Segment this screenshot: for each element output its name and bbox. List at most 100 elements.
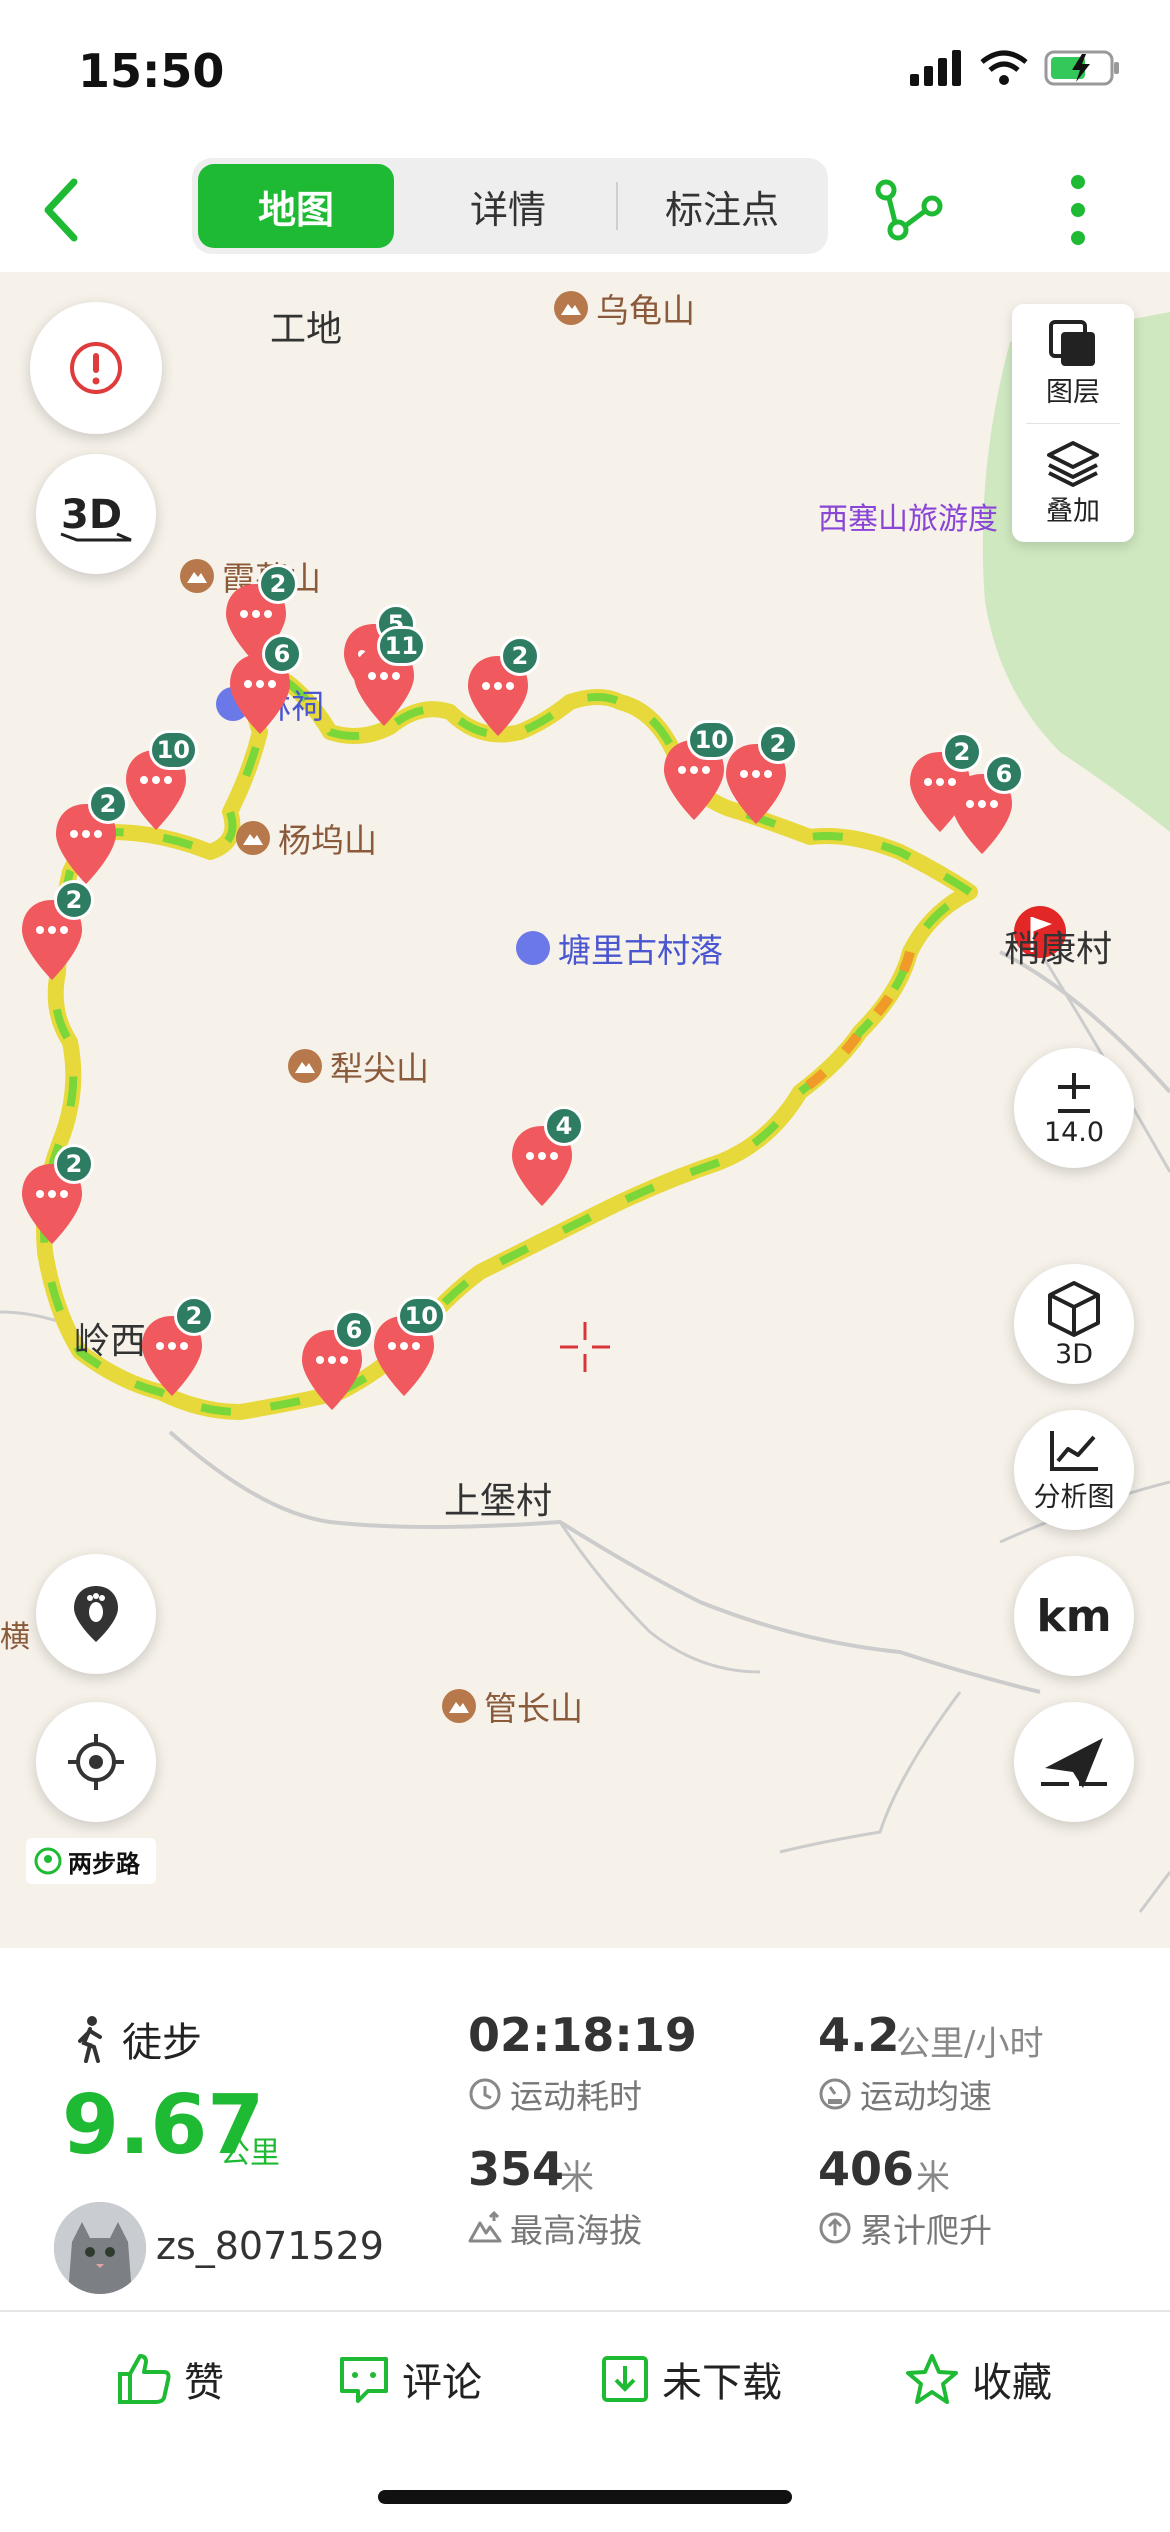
- map-peak-wuguishan: 乌龟山: [554, 284, 695, 332]
- status-bar: 15:50: [0, 0, 1170, 150]
- svg-text:3D: 3D: [61, 492, 122, 538]
- 3d-toggle-button[interactable]: 3D: [1014, 1264, 1134, 1384]
- peak-label: 管长山: [484, 1689, 583, 1728]
- duration-value: 02:18:19: [468, 2008, 697, 2062]
- battery-icon: [1044, 50, 1119, 86]
- tab-map[interactable]: 地图: [198, 164, 394, 248]
- brand-name: 两步路: [68, 1849, 140, 1878]
- signal-icon: [910, 50, 961, 86]
- distance-unit: 公里: [220, 2136, 280, 2171]
- peak-label: 犁尖山: [330, 1049, 429, 1088]
- duration-label: 运动耗时: [510, 2077, 642, 2116]
- track-marker-pin[interactable]: 2: [52, 784, 128, 890]
- mountain-icon: [288, 1049, 322, 1083]
- home-indicator: [378, 2490, 792, 2504]
- download-label: 未下载: [662, 2360, 782, 2406]
- tab-details[interactable]: 详情: [410, 164, 606, 248]
- peak-label: 杨坞山: [278, 821, 377, 860]
- speed-label-row: 运动均速: [818, 2070, 992, 2118]
- 3d-view-button[interactable]: 3D: [36, 454, 156, 574]
- username[interactable]: zs_8071529: [156, 2224, 384, 2268]
- zoom-button[interactable]: 14.0: [1014, 1048, 1134, 1168]
- cube-icon: [1048, 1280, 1100, 1337]
- marker-count-badge: 2: [758, 724, 798, 764]
- marker-count-badge: 4: [544, 1106, 584, 1146]
- ascent-value: 406: [818, 2142, 915, 2196]
- peak-label: 乌龟山: [596, 291, 695, 330]
- ascent-label: 累计爬升: [860, 2211, 992, 2250]
- cat-avatar-icon: [54, 2202, 146, 2294]
- favorite-button[interactable]: 收藏: [904, 2350, 1052, 2408]
- footprint-button[interactable]: [36, 1554, 156, 1674]
- like-button[interactable]: 赞: [116, 2350, 224, 2408]
- track-marker-pin[interactable]: 11: [350, 626, 426, 732]
- analysis-chart-button[interactable]: 分析图: [1014, 1410, 1134, 1530]
- 3d-cube-text-icon: 3D: [60, 492, 132, 542]
- unit-km-button[interactable]: km: [1014, 1556, 1134, 1676]
- km-label: km: [1036, 1590, 1112, 1642]
- activity-label: 徒步: [122, 2020, 202, 2066]
- marker-count-badge: 2: [258, 564, 298, 604]
- marker-count-badge: 11: [376, 626, 426, 666]
- map-label-lingxi: 岭西: [74, 1321, 147, 1362]
- layers-button[interactable]: 图层: [1012, 304, 1134, 423]
- tab-markers[interactable]: 标注点: [624, 164, 820, 248]
- overlay-button[interactable]: 叠加: [1012, 424, 1134, 543]
- navigation-button[interactable]: [1014, 1702, 1134, 1822]
- stack-icon: [1047, 441, 1099, 487]
- map-label-shangbaocun: 上堡村: [444, 1481, 553, 1522]
- marker-count-badge: 10: [148, 730, 198, 770]
- max-altitude-unit: 米: [560, 2158, 594, 2198]
- track-marker-pin[interactable]: 2: [722, 724, 798, 830]
- back-button[interactable]: [34, 170, 94, 250]
- map-crosshair: [560, 1322, 610, 1372]
- track-marker-pin[interactable]: 10: [122, 730, 198, 836]
- track-marker-pin[interactable]: 6: [226, 634, 302, 740]
- map-peak-lijianshan: 犁尖山: [288, 1042, 429, 1090]
- mountain-icon: [442, 1689, 476, 1723]
- map-label-gongdi: 工地: [270, 309, 343, 350]
- duration-label-row: 运动耗时: [468, 2070, 642, 2118]
- line-chart-icon: [1050, 1430, 1098, 1471]
- track-marker-pin[interactable]: 4: [508, 1106, 584, 1212]
- star-icon: [906, 2354, 958, 2404]
- download-button[interactable]: 未下载: [600, 2350, 782, 2408]
- route-share-button[interactable]: [874, 174, 944, 244]
- track-marker-pin[interactable]: 2: [18, 880, 94, 986]
- track-marker-pin[interactable]: 2: [464, 636, 540, 742]
- favorite-label: 收藏: [972, 2360, 1052, 2406]
- alert-button[interactable]: [30, 302, 162, 434]
- layer-panel: 图层 叠加: [1012, 304, 1134, 542]
- marker-count-badge: 2: [174, 1296, 214, 1336]
- track-stats: 徒步 9.67 公里 zs_8071529 02:18:19 运动耗时 354 …: [0, 1948, 1170, 2310]
- wifi-icon: [980, 50, 1028, 85]
- map-view[interactable]: 工地 乌龟山 西塞山旅游度 霞幕山 林祠 杨坞山 塘里古村落 犁尖山 稍康村 岭…: [0, 272, 1170, 1948]
- zoom-level: 14.0: [1043, 1116, 1105, 1148]
- 3d-label: 3D: [1055, 1338, 1093, 1370]
- alert-icon: [70, 342, 122, 394]
- activity-type: 徒步: [72, 2010, 202, 2068]
- comment-button[interactable]: 评论: [338, 2350, 482, 2408]
- nav-bar: 地图 详情 标注点: [0, 150, 1170, 272]
- map-peak-guanchangshan: 管长山: [442, 1682, 583, 1730]
- track-marker-pin[interactable]: 2: [18, 1144, 94, 1250]
- map-label-shaokangcun: 稍康村: [1004, 929, 1113, 970]
- track-marker-pin[interactable]: 6: [298, 1310, 374, 1416]
- track-marker-pin[interactable]: 10: [660, 720, 736, 826]
- layers-label: 图层: [1046, 377, 1100, 408]
- max-altitude-value: 354: [468, 2142, 565, 2196]
- map-peak-yangwushan: 杨坞山: [236, 814, 377, 862]
- marker-count-badge: 10: [396, 1296, 446, 1336]
- status-icons: [910, 48, 1122, 88]
- download-icon: [602, 2356, 648, 2402]
- track-marker-pin[interactable]: 6: [948, 754, 1024, 860]
- track-marker-pin[interactable]: 10: [370, 1296, 446, 1402]
- chevron-left-icon: [44, 178, 78, 242]
- comment-icon: [340, 2357, 388, 2403]
- more-button[interactable]: [1058, 172, 1098, 248]
- track-marker-pin[interactable]: 2: [138, 1296, 214, 1402]
- thumbs-up-icon: [118, 2354, 171, 2404]
- locate-button[interactable]: [36, 1702, 156, 1822]
- marker-count-badge: 6: [984, 754, 1024, 794]
- avatar[interactable]: [54, 2202, 146, 2294]
